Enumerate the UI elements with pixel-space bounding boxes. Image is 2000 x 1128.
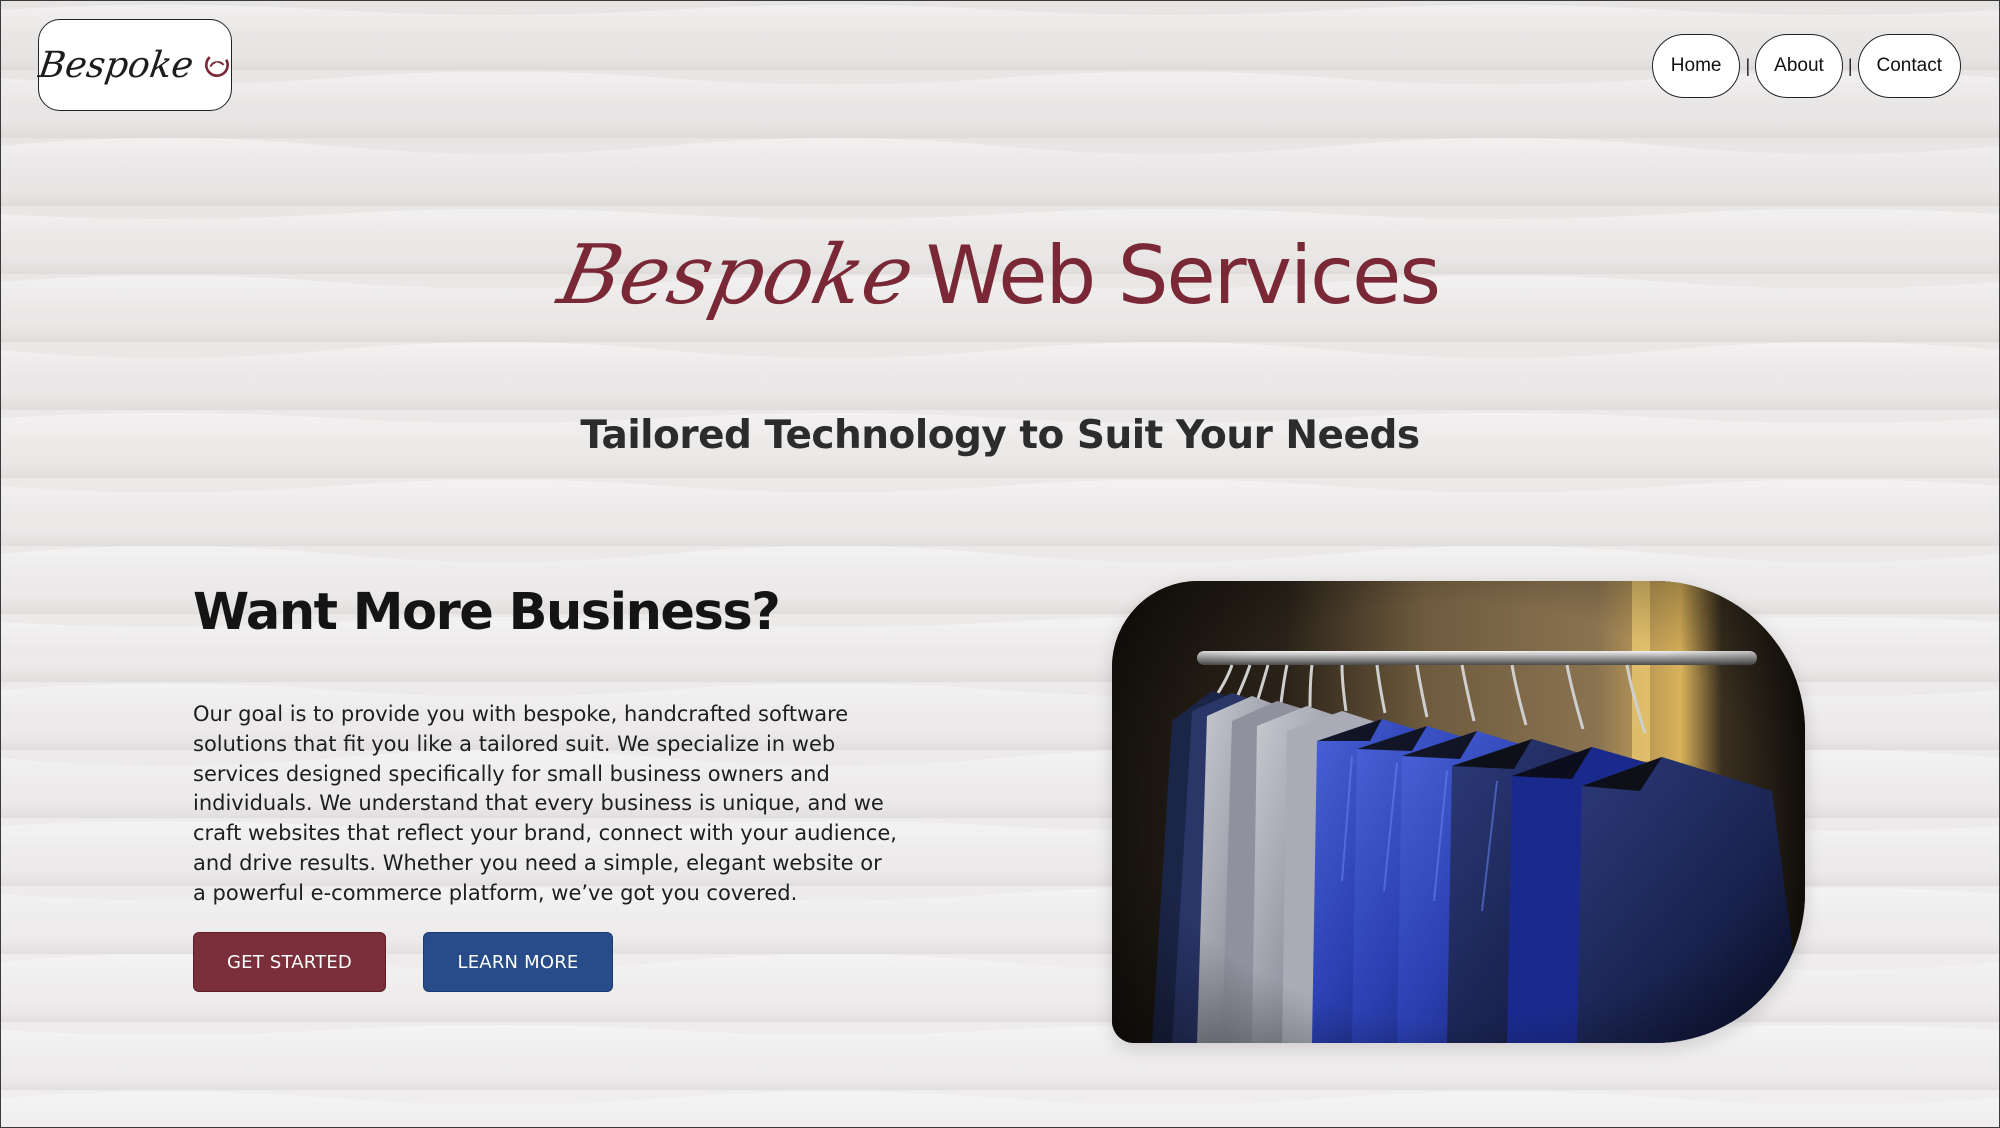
main-nav: Home | About | Contact xyxy=(1651,34,1961,98)
hero-title-rest: Web Services xyxy=(925,229,1441,322)
hero-tagline: Tailored Technology to Suit Your Needs xyxy=(580,413,1420,458)
wave-stripe xyxy=(0,1091,2000,1128)
logo-wordmark: Bespoke xyxy=(36,44,196,86)
nav-contact-button[interactable]: Contact xyxy=(1857,34,1961,98)
swirl-icon xyxy=(205,53,230,77)
logo[interactable]: Bespoke xyxy=(36,19,232,111)
section-heading: Want More Business? xyxy=(193,583,781,642)
wave-stripe xyxy=(0,342,2000,410)
suits-on-rack-photo xyxy=(1112,581,1805,1043)
nav-separator: | xyxy=(1847,55,1853,76)
suits-illustration xyxy=(1112,581,1805,1043)
wave-stripe xyxy=(0,479,2000,546)
page: Bespoke Home | About | Contact BespokeWe… xyxy=(0,0,2000,1128)
nav-about-button[interactable]: About xyxy=(1755,34,1843,98)
nav-home-button[interactable]: Home xyxy=(1651,34,1741,98)
hero-title: BespokeWeb Services xyxy=(0,228,2000,323)
intro-paragraph: Our goal is to provide you with bespoke,… xyxy=(193,702,897,905)
hero-title-script: Bespoke xyxy=(550,228,922,323)
learn-more-button[interactable]: LEARN MORE xyxy=(423,932,613,992)
get-started-button[interactable]: GET STARTED xyxy=(193,932,386,992)
nav-separator: | xyxy=(1745,55,1751,76)
wave-stripe xyxy=(0,138,2000,206)
